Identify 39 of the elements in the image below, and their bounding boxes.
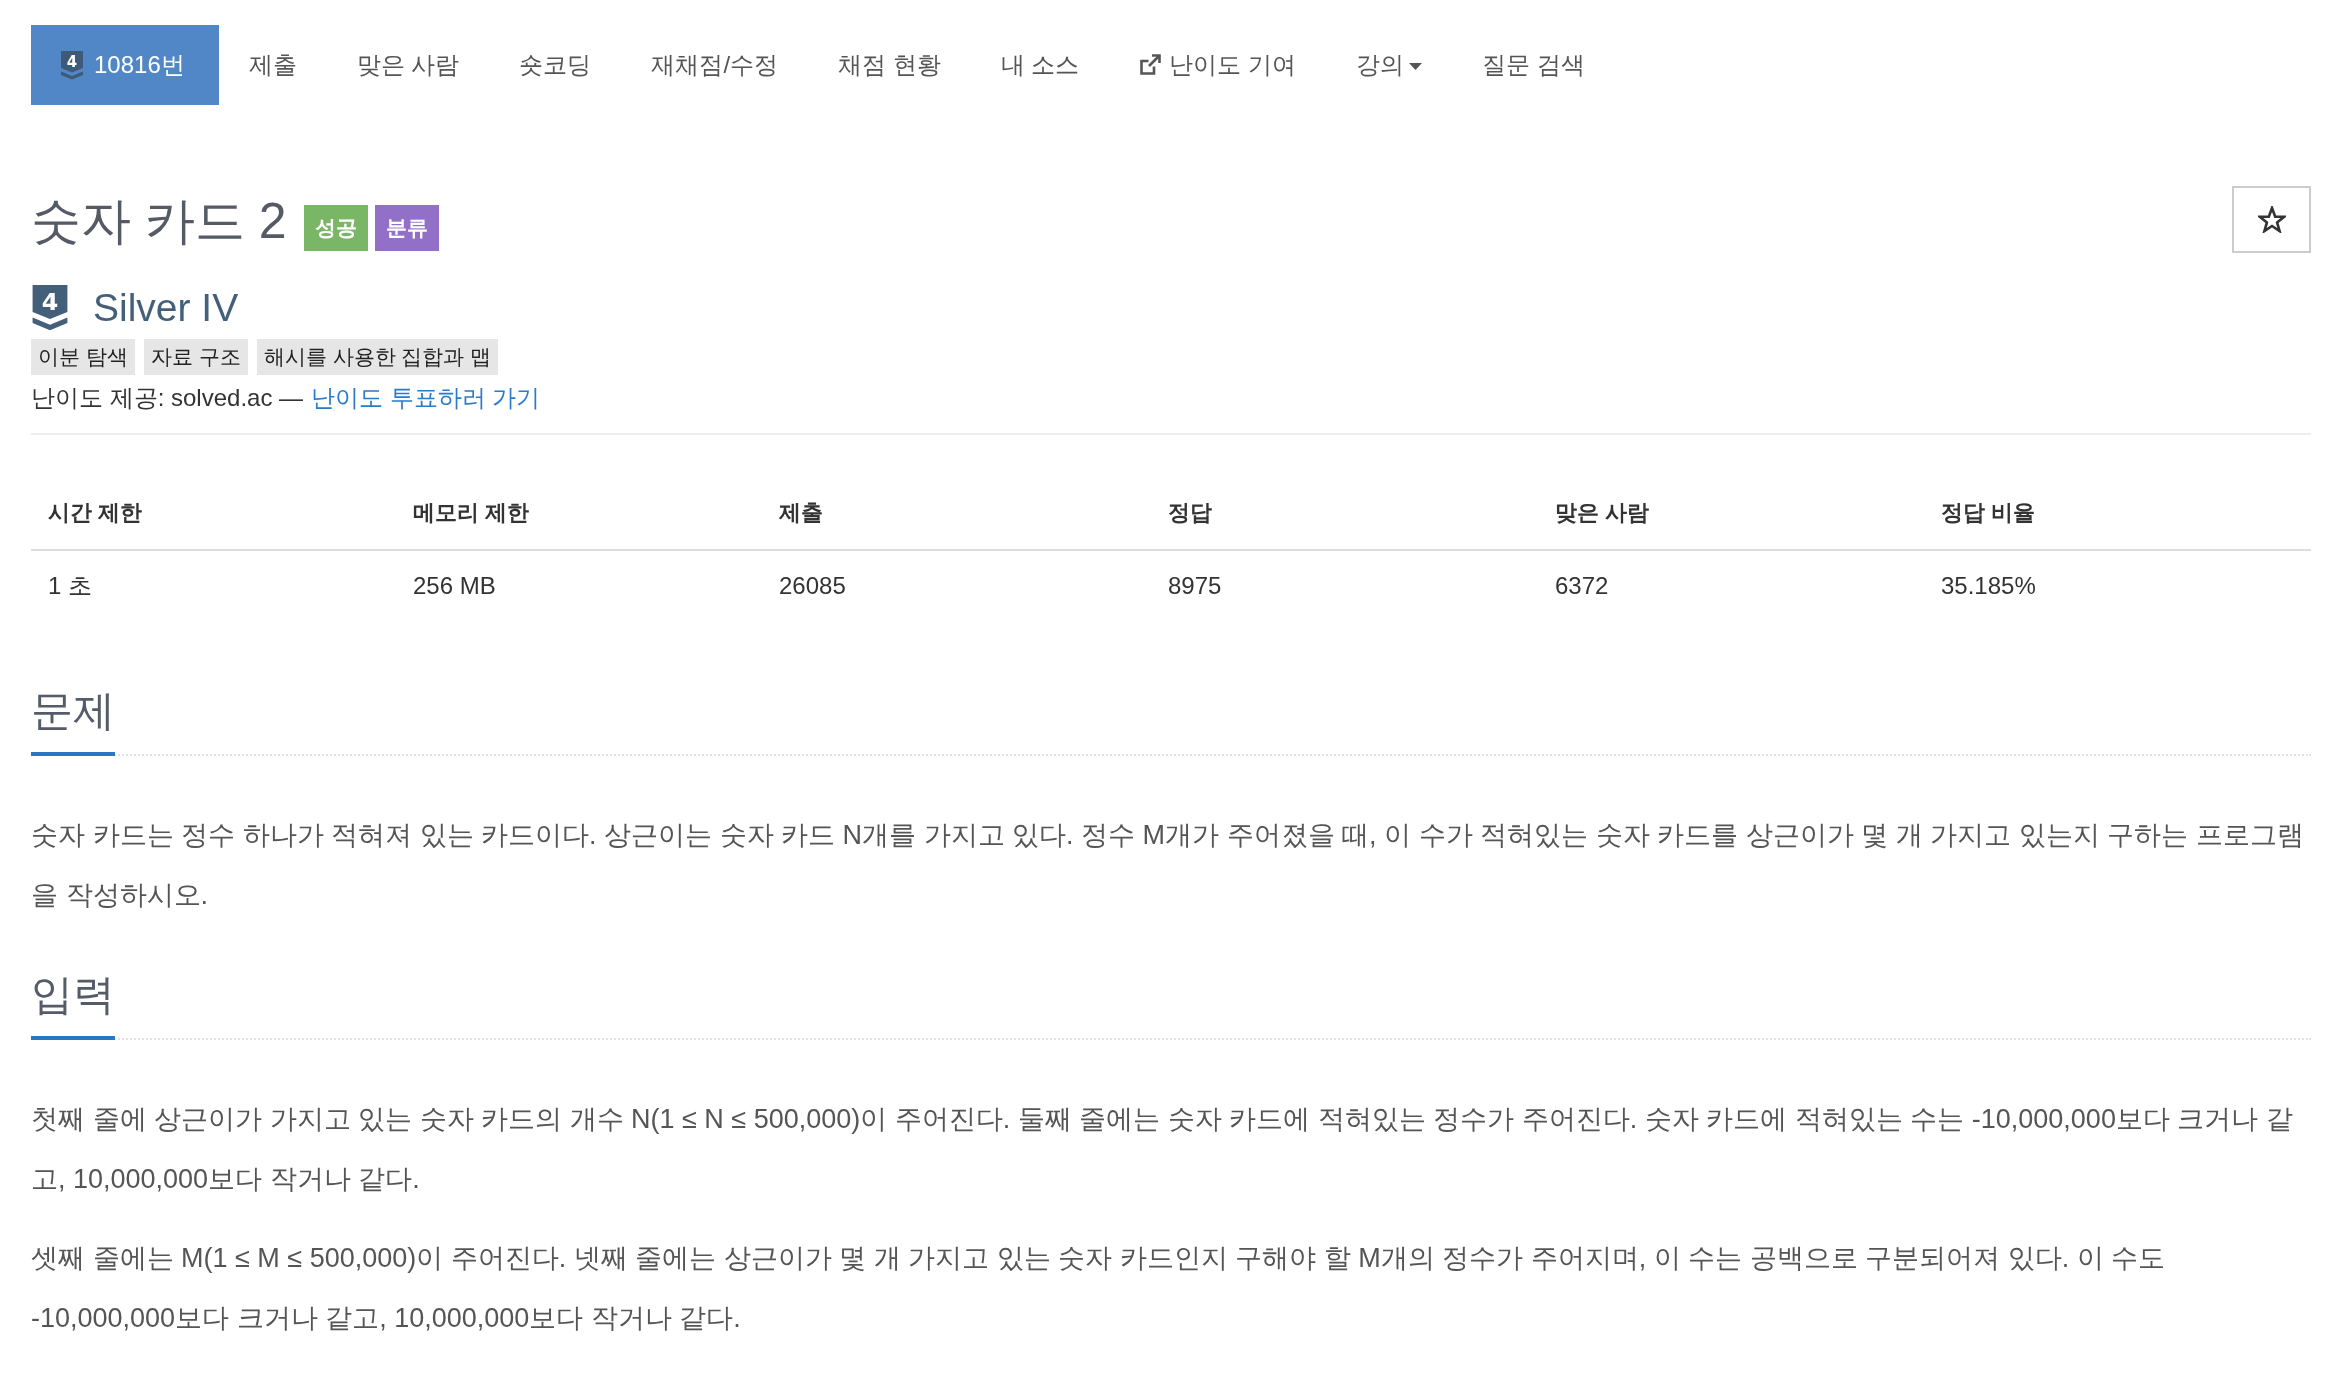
table-cell-text: 26085 [778, 571, 847, 601]
external-link-icon [1139, 54, 1162, 76]
star-button[interactable] [2232, 186, 2311, 253]
column-header: 메모리 제한 [412, 499, 531, 527]
nav-tab[interactable]: 난이도 기여 [1109, 25, 1327, 105]
nav-tab[interactable]: 강의 [1326, 25, 1453, 105]
section-heading: 문제 [31, 685, 115, 756]
tag-chip[interactable]: 자료 구조 [143, 339, 248, 375]
nav-tab[interactable]: 채점 현황 [808, 25, 971, 105]
difficulty-credit: 난이도 제공: solved.ac — 난이도 투표하러 가기 [31, 383, 541, 413]
nav-tab[interactable]: 4 10816번 [31, 25, 219, 105]
column-header: 제출 [778, 499, 824, 527]
problem-text: 셋째 줄에는 M(1 ≤ M ≤ 500,000)이 주어진다. 넷째 줄에는 상근이가 몇 개 가지고 있는 숫자 카드인지 구해야 할 M개의 정수가 주어지며, 이 수는 공백으로 구분되어져 있다. 이 수도 -10,000,000보다 크거나 같고, 10,000,000보다 작거나 같다. [31, 1242, 2167, 1335]
nav-tab[interactable]: 맞은 사람 [326, 25, 490, 105]
table-cell-text: 6372 [1554, 571, 1610, 601]
vote-link[interactable]: 난이도 투표하러 가기 [311, 384, 541, 411]
star-icon [2257, 206, 2286, 233]
nav-tab[interactable]: 질문 검색 [1452, 25, 1615, 105]
table-cell-text: 35.185% [1940, 571, 2037, 601]
nav-tab[interactable]: 숏코딩 [489, 25, 622, 105]
column-header: 시간 제한 [47, 499, 144, 527]
problem-text: 첫째 줄에 상근이가 가지고 있는 숫자 카드의 개수 N(1 ≤ N ≤ 500,000)이 주어진다. 둘째 줄에는 숫자 카드에 적혀있는 정수가 주어진다. 숫자 카드에 적혀있는 수는 -10,000,000보다 크거나 같고, 10,000,000보다 작거나 같다. [31, 1103, 2294, 1196]
caret-icon [1409, 63, 1423, 70]
nav-tab[interactable]: 내 소스 [970, 25, 1110, 105]
status-label[interactable]: 분류 [374, 205, 439, 251]
tag-chip[interactable]: 해시를 사용한 집합과 맵 [256, 339, 499, 375]
column-header: 정답 비율 [1940, 499, 2037, 527]
problem-text: 숫자 카드는 정수 하나가 적혀져 있는 카드이다. 상근이는 숫자 카드 N개를 가지고 있다. 정수 M개가 주어졌을 때, 이 수가 적혀있는 숫자 카드를 상근이가 몇 개 가지고 있는지 구하는 프로그램을 작성하시오. [31, 819, 2305, 912]
table-cell-text: 1 초 [47, 571, 93, 601]
tier-name: Silver IV [93, 286, 239, 330]
column-header: 맞은 사람 [1554, 499, 1651, 527]
section-heading: 입력 [31, 969, 115, 1040]
column-header: 정답 [1167, 499, 1213, 527]
nav-tab[interactable]: 재채점/수정 [621, 25, 809, 105]
table-cell-text: 8975 [1167, 571, 1223, 601]
nav-tab[interactable]: 제출 [218, 25, 327, 105]
tag-chip[interactable]: 이분 탐색 [31, 339, 135, 375]
table-cell-text: 256 MB [412, 571, 497, 601]
problem-title: 숫자 카드 2 [31, 192, 287, 251]
